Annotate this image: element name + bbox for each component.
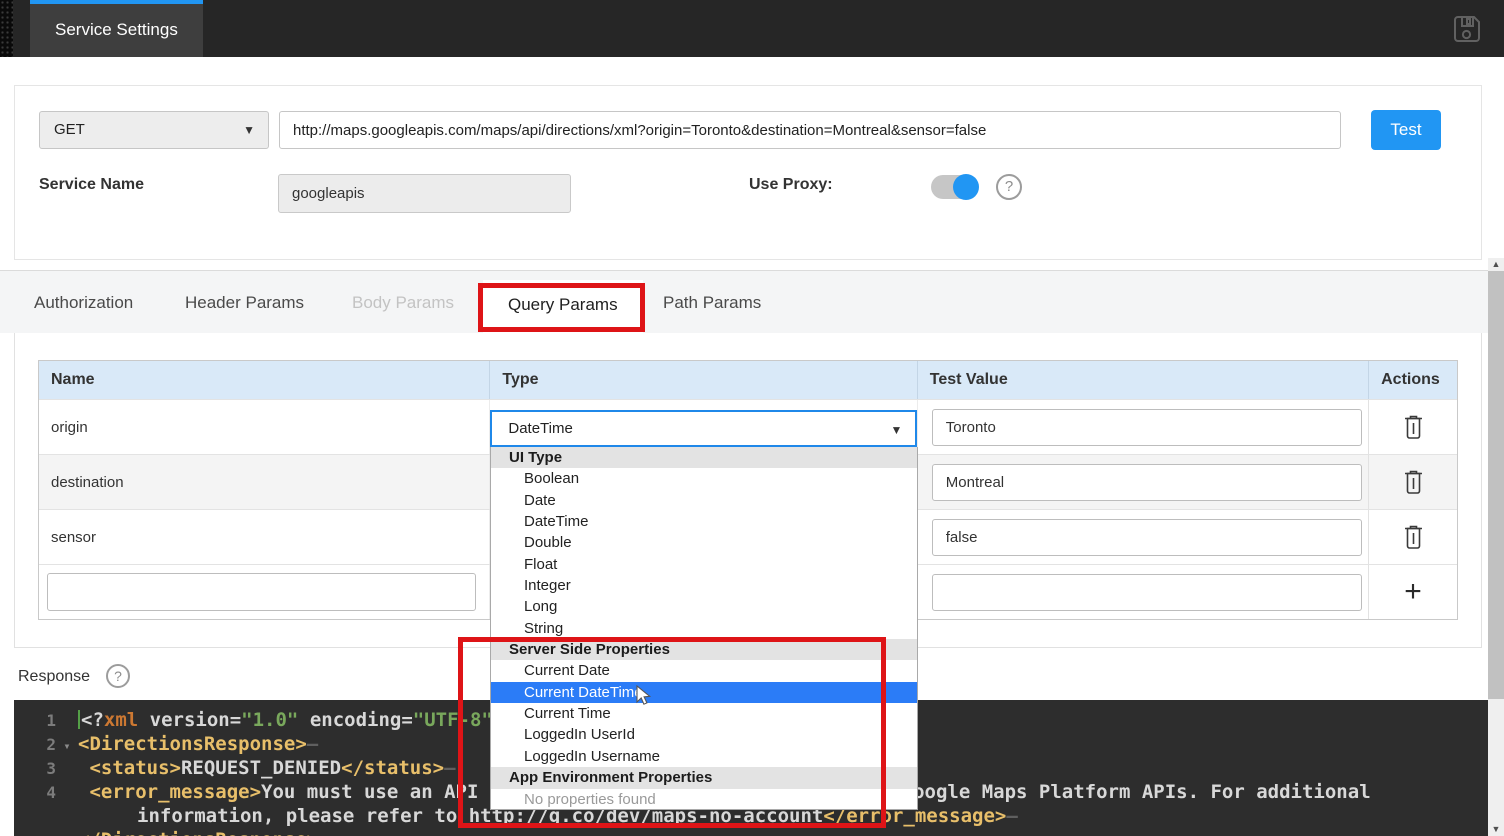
dropdown-empty-text: No properties found [491, 789, 917, 810]
response-label: Response [18, 668, 90, 686]
request-form-panel: GET ▼ Test Service Name Use Proxy: ? [14, 85, 1482, 260]
response-help-icon[interactable]: ? [106, 664, 130, 688]
dropdown-option-highlighted[interactable]: Current DateTime [491, 682, 917, 703]
type-select-value: DateTime [508, 420, 572, 437]
scroll-up-icon[interactable]: ▲ [1488, 258, 1504, 271]
column-header-type: Type [490, 361, 917, 399]
dropdown-option[interactable]: Boolean [491, 468, 917, 489]
scrollbar-thumb[interactable] [1488, 271, 1504, 699]
http-method-value: GET [54, 121, 85, 138]
text-caret [78, 710, 80, 729]
top-bar: Service Settings [0, 0, 1504, 57]
toggle-thumb [953, 174, 979, 200]
proxy-toggle[interactable] [931, 174, 979, 200]
save-icon[interactable] [1450, 12, 1486, 48]
delete-icon[interactable] [1404, 525, 1423, 550]
tab-path-params[interactable]: Path Params [663, 271, 761, 334]
test-value-input[interactable] [932, 519, 1362, 556]
dropdown-option[interactable]: DateTime [491, 511, 917, 532]
dropdown-option[interactable]: Double [491, 532, 917, 553]
dropdown-option[interactable]: LoggedIn Username [491, 746, 917, 767]
code-line: </DirectionsResponse> [14, 828, 1488, 836]
params-tab-bar: Authorization Header Params Body Params … [0, 270, 1504, 333]
dropdown-group-header: App Environment Properties [491, 767, 917, 788]
dropdown-option[interactable]: Current Time [491, 703, 917, 724]
delete-icon[interactable] [1404, 470, 1423, 495]
column-header-test-value: Test Value [918, 361, 1369, 399]
test-value-input[interactable] [932, 464, 1362, 501]
url-input[interactable] [279, 111, 1341, 149]
scroll-down-icon[interactable]: ▼ [1488, 823, 1504, 836]
test-value-input[interactable] [932, 409, 1362, 446]
service-name-input[interactable] [278, 174, 571, 213]
http-method-select[interactable]: GET ▼ [39, 111, 269, 149]
tab-query-params[interactable]: Query Params [483, 280, 643, 334]
new-test-value-input[interactable] [932, 574, 1362, 611]
dropdown-option[interactable]: String [491, 618, 917, 639]
new-param-name-input[interactable] [47, 573, 476, 611]
dropdown-option[interactable]: Integer [491, 575, 917, 596]
sidebar-handle[interactable] [0, 0, 13, 57]
param-name: sensor [39, 510, 490, 564]
param-name: destination [39, 455, 490, 509]
tab-authorization[interactable]: Authorization [34, 271, 133, 334]
fold-arrow-icon[interactable]: ▾ [56, 734, 78, 758]
dropdown-group-header: Server Side Properties [491, 639, 917, 660]
chevron-down-icon: ▼ [243, 112, 255, 148]
param-name: origin [39, 400, 490, 454]
dropdown-option[interactable]: Date [491, 490, 917, 511]
dropdown-option[interactable]: LoggedIn UserId [491, 724, 917, 745]
service-name-label: Service Name [39, 176, 144, 194]
dropdown-group-header: UI Type [491, 447, 917, 468]
dropdown-option[interactable]: Float [491, 554, 917, 575]
proxy-help-icon[interactable]: ? [996, 174, 1022, 200]
delete-icon[interactable] [1404, 415, 1423, 440]
tab-body-params[interactable]: Body Params [352, 271, 454, 334]
column-header-actions: Actions [1369, 361, 1457, 399]
dropdown-option[interactable]: Long [491, 596, 917, 617]
add-icon[interactable]: + [1404, 577, 1422, 607]
test-button[interactable]: Test [1371, 110, 1441, 150]
dropdown-option[interactable]: Current Date [491, 660, 917, 681]
table-header-row: Name Type Test Value Actions [39, 361, 1457, 399]
table-row: origin DateTime ▼ [39, 399, 1457, 454]
chevron-down-icon: ▼ [890, 412, 902, 448]
tab-service-settings[interactable]: Service Settings [30, 0, 203, 57]
tab-header-params[interactable]: Header Params [185, 271, 304, 334]
vertical-scrollbar[interactable]: ▲ ▼ [1488, 258, 1504, 836]
service-settings-page: Service Settings GET ▼ Test Service Name… [0, 0, 1504, 836]
type-select[interactable]: DateTime ▼ [490, 410, 917, 447]
use-proxy-label: Use Proxy: [749, 176, 833, 194]
column-header-name: Name [39, 361, 490, 399]
type-dropdown-list: UI Type Boolean Date DateTime Double Flo… [490, 447, 918, 810]
